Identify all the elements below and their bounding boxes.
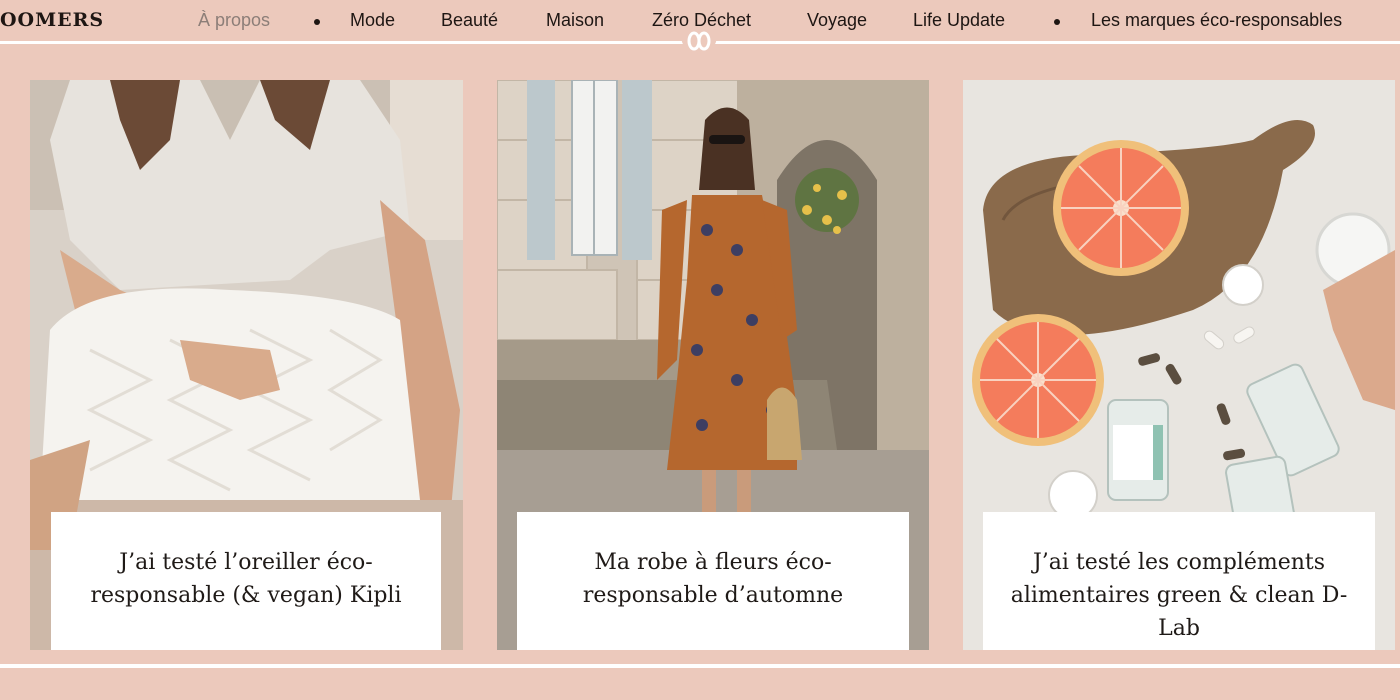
page: OOMERS À propos Mode Beauté Maison Zéro … — [0, 0, 1400, 700]
article-card-kipli-pillow[interactable]: J’ai testé l’oreiller éco-responsable (&… — [30, 80, 463, 650]
article-title[interactable]: J’ai testé les compléments alimentaires … — [1001, 546, 1357, 645]
nav-separator-bullet — [1054, 19, 1060, 25]
nav-item-marques-eco-responsables[interactable]: Les marques éco-responsables — [1091, 10, 1342, 31]
article-title[interactable]: Ma robe à fleurs éco-responsable d’autom… — [535, 546, 891, 612]
nav-item-voyage[interactable]: Voyage — [807, 10, 867, 31]
nav-item-a-propos[interactable]: À propos — [198, 10, 270, 31]
nav-item-maison[interactable]: Maison — [546, 10, 604, 31]
nav-separator-bullet — [314, 19, 320, 25]
footer-divider-line — [0, 664, 1400, 668]
article-caption-box: Ma robe à fleurs éco-responsable d’autom… — [517, 512, 909, 650]
nav-item-beaute[interactable]: Beauté — [441, 10, 498, 31]
article-caption-box: J’ai testé l’oreiller éco-responsable (&… — [51, 512, 441, 650]
monogram-emblem-icon — [681, 30, 717, 54]
nav-item-mode[interactable]: Mode — [350, 10, 395, 31]
article-card-floral-dress[interactable]: Ma robe à fleurs éco-responsable d’autom… — [497, 80, 929, 650]
article-title[interactable]: J’ai testé l’oreiller éco-responsable (&… — [69, 546, 423, 612]
article-caption-box: J’ai testé les compléments alimentaires … — [983, 512, 1375, 650]
nav-item-zero-dechet[interactable]: Zéro Déchet — [652, 10, 751, 31]
article-card-dlab-supplements[interactable]: J’ai testé les compléments alimentaires … — [963, 80, 1395, 650]
nav-item-life-update[interactable]: Life Update — [913, 10, 1005, 31]
